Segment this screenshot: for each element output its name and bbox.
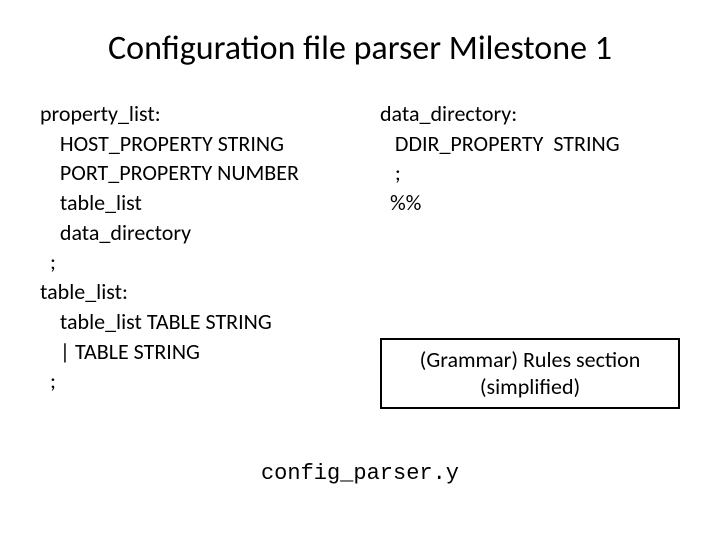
- caption-line-1: (Grammar) Rules section: [390, 346, 670, 374]
- caption-line-2: (simplified): [390, 373, 670, 401]
- filename-label: config_parser.y: [0, 461, 720, 486]
- right-column: data_directory: DDIR_PROPERTY STRING ; %…: [380, 99, 680, 409]
- grammar-left: property_list: HOST_PROPERTY STRING PORT…: [40, 99, 340, 396]
- caption-box: (Grammar) Rules section (simplified): [380, 338, 680, 409]
- left-column: property_list: HOST_PROPERTY STRING PORT…: [40, 99, 340, 409]
- grammar-right: data_directory: DDIR_PROPERTY STRING ; %…: [380, 99, 680, 218]
- slide-title: Configuration file parser Milestone 1: [40, 28, 680, 69]
- content-columns: property_list: HOST_PROPERTY STRING PORT…: [40, 99, 680, 409]
- slide: Configuration file parser Milestone 1 pr…: [0, 0, 720, 540]
